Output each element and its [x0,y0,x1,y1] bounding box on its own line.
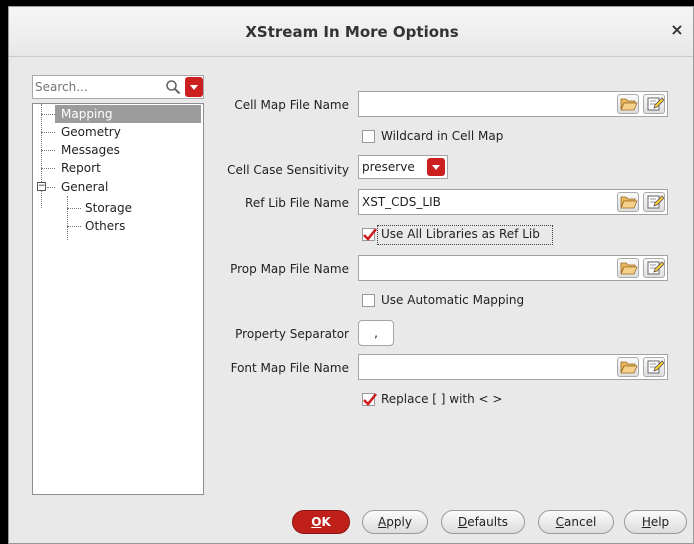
wildcard-label: Wildcard in Cell Map [381,129,504,143]
options-tree: Mapping Geometry Messages Report − Gener… [32,103,204,495]
case-sensitivity-value: preserve [362,160,415,174]
ref-lib-input[interactable] [362,193,602,211]
prop-map-field [358,255,668,281]
prop-map-label: Prop Map File Name [230,262,349,276]
tree-item-label: Storage [85,201,132,215]
case-sensitivity-label: Cell Case Sensitivity [227,163,349,177]
tree-item-mapping[interactable]: Mapping [55,105,201,123]
tree-item-storage[interactable]: Storage [85,199,132,217]
cell-map-input[interactable] [362,95,602,113]
property-separator-input[interactable]: , [358,320,394,346]
edit-icon [647,195,664,209]
use-all-libraries-label: Use All Libraries as Ref Lib [381,227,540,241]
help-button[interactable]: Help [624,510,687,534]
cell-map-field [358,91,668,117]
browse-button[interactable] [617,357,639,377]
title-bar: XStream In More Options × [9,7,693,57]
edit-icon [647,261,664,275]
chevron-down-icon [427,158,445,176]
tree-item-label: General [61,180,109,194]
tree-item-others[interactable]: Others [85,217,125,235]
tree-item-general[interactable]: General [61,178,108,196]
search-box [32,75,204,99]
dialog-title: XStream In More Options [245,23,459,41]
folder-open-icon [620,98,638,111]
tree-item-label: Geometry [61,125,121,139]
close-icon[interactable]: × [669,22,685,38]
edit-icon [647,97,664,111]
cancel-button[interactable]: Cancel [538,510,614,534]
replace-brackets-checkbox[interactable] [362,393,378,406]
font-map-field [358,354,668,380]
replace-brackets-label: Replace [ ] with < > [381,392,503,406]
font-map-label: Font Map File Name [230,361,349,375]
edit-button[interactable] [643,94,665,114]
checkmark-icon [363,393,378,406]
edit-button[interactable] [643,357,665,377]
font-map-input[interactable] [362,358,602,376]
tree-item-geometry[interactable]: Geometry [61,123,121,141]
automatic-mapping-label: Use Automatic Mapping [381,293,525,307]
automatic-mapping-checkbox[interactable] [362,294,375,307]
prop-map-input[interactable] [362,259,602,277]
tree-item-label: Messages [61,143,120,157]
edit-button[interactable] [643,258,665,278]
ok-button[interactable]: OK [292,510,350,534]
dialog-window: XStream In More Options × Mapping Geomet… [8,6,694,544]
search-icon[interactable] [165,79,181,95]
edit-button[interactable] [643,192,665,212]
property-separator-label: Property Separator [235,327,349,341]
defaults-button[interactable]: Defaults [441,510,525,534]
wildcard-checkbox[interactable] [362,130,375,143]
tree-item-label: Others [85,219,126,233]
browse-button[interactable] [617,94,639,114]
browse-button[interactable] [617,192,639,212]
browse-button[interactable] [617,258,639,278]
tree-item-label: Mapping [61,107,113,121]
tree-item-label: Report [61,161,101,175]
folder-open-icon [620,196,638,209]
search-options-dropdown[interactable] [185,77,203,97]
chevron-down-icon [190,85,198,90]
ref-lib-field [358,189,668,215]
ref-lib-label: Ref Lib File Name [245,196,349,210]
edit-icon [647,360,664,374]
use-all-libraries-checkbox[interactable] [362,228,378,241]
checkmark-icon [363,228,378,241]
collapse-icon[interactable]: − [37,182,46,191]
apply-button[interactable]: Apply [362,510,428,534]
case-sensitivity-select[interactable]: preserve [358,155,448,179]
tree-item-messages[interactable]: Messages [61,141,120,159]
tree-item-report[interactable]: Report [61,159,101,177]
folder-open-icon [620,361,638,374]
folder-open-icon [620,262,638,275]
search-input[interactable] [35,77,163,97]
cell-map-label: Cell Map File Name [234,98,349,112]
